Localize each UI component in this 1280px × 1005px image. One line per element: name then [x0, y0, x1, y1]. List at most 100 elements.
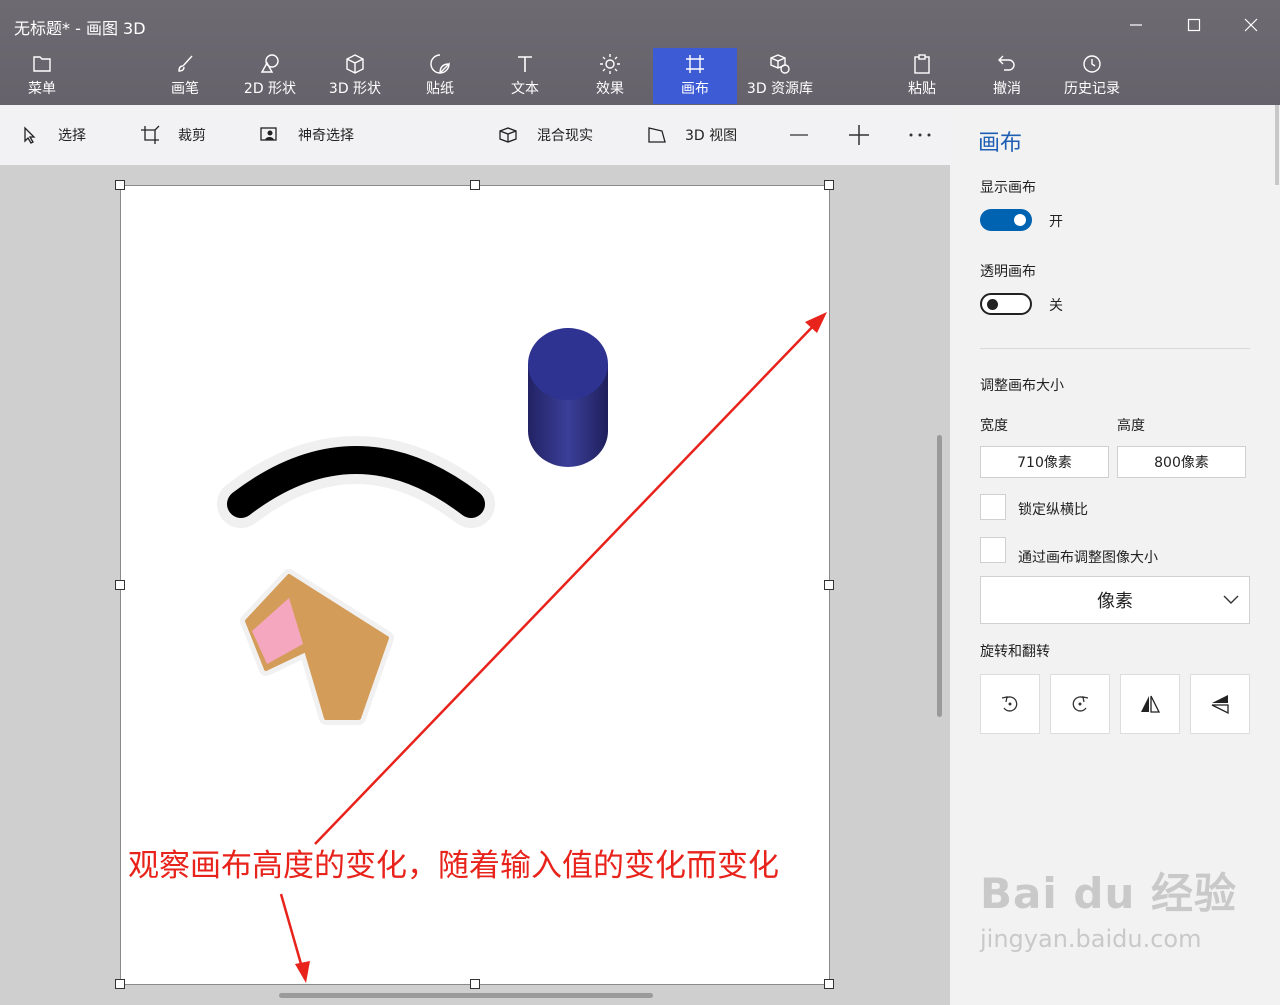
crop-icon — [141, 125, 160, 144]
magic-select-label: 神奇选择 — [298, 128, 354, 144]
width-label: 宽度 — [980, 418, 1008, 434]
maximize-button[interactable] — [1181, 12, 1207, 38]
unit-dropdown[interactable]: 像素 — [980, 576, 1250, 624]
watermark-logo: Bai du 经验 — [980, 869, 1237, 918]
vertical-scrollbar[interactable] — [937, 435, 942, 717]
tool-text[interactable]: 文本 — [483, 48, 567, 104]
paste-label: 粘贴 — [908, 81, 936, 97]
lock-aspect-label: 锁定纵横比 — [1018, 502, 1088, 518]
flip-vertical-icon — [1211, 695, 1229, 715]
tool-label: 贴纸 — [426, 81, 454, 97]
tool-label: 画笔 — [171, 81, 199, 97]
resize-handle-top[interactable] — [470, 180, 480, 190]
canvas-icon — [686, 55, 704, 73]
tool-label: 画布 — [681, 81, 709, 97]
watermark-url: jingyan.baidu.com — [980, 925, 1202, 953]
select-button[interactable]: 选择 — [20, 105, 86, 165]
mixed-reality-button[interactable]: 混合现实 — [497, 105, 593, 165]
clipboard-icon — [914, 54, 930, 74]
cylinder-3d[interactable] — [528, 328, 608, 467]
lock-aspect-checkbox[interactable] — [980, 494, 1006, 520]
undo-label: 撤消 — [993, 81, 1021, 97]
menu-button[interactable]: 菜单 — [0, 48, 84, 104]
mixed-reality-label: 混合现实 — [537, 128, 593, 144]
minimize-button[interactable] — [1123, 12, 1149, 38]
close-button[interactable] — [1238, 12, 1264, 38]
menu-label: 菜单 — [28, 81, 56, 97]
brush-icon — [178, 55, 193, 72]
chevron-down-icon — [1223, 595, 1239, 604]
black-arc-sticker[interactable] — [217, 436, 495, 528]
rotate-right-button[interactable] — [1050, 674, 1110, 734]
window-title: 无标题* - 画图 3D — [14, 19, 146, 38]
paste-button[interactable]: 粘贴 — [880, 48, 964, 104]
panel-scrollbar[interactable] — [1275, 105, 1279, 185]
show-canvas-state: 开 — [1049, 214, 1063, 230]
text-icon — [518, 56, 532, 72]
minus-icon — [790, 134, 808, 136]
cursor-icon — [24, 126, 36, 144]
ellipsis-icon — [909, 133, 931, 137]
folder-icon — [33, 56, 51, 72]
magic-select-icon — [260, 127, 277, 141]
tool-effects[interactable]: 效果 — [568, 48, 652, 104]
plus-icon — [849, 125, 869, 145]
crop-label: 裁剪 — [178, 128, 206, 144]
show-canvas-toggle[interactable] — [980, 209, 1032, 231]
tool-label: 效果 — [596, 81, 624, 97]
maximize-icon — [1187, 18, 1201, 32]
mixed-reality-icon — [499, 127, 517, 143]
resize-handle-bottom-right[interactable] — [824, 979, 834, 989]
flip-horizontal-icon — [1141, 695, 1161, 713]
more-options-button[interactable] — [908, 105, 950, 165]
height-field[interactable]: 800像素 — [1117, 446, 1246, 478]
history-label: 历史记录 — [1064, 81, 1120, 97]
rotate-title: 旋转和翻转 — [980, 644, 1050, 660]
rotate-right-icon — [1072, 696, 1089, 712]
tool-stickers[interactable]: 贴纸 — [398, 48, 482, 104]
annotation-text: 观察画布高度的变化，随着输入值的变化而变化 — [128, 848, 779, 884]
tool-brushes[interactable]: 画笔 — [143, 48, 227, 104]
resize-image-checkbox[interactable] — [980, 537, 1006, 563]
height-label: 高度 — [1117, 418, 1145, 434]
view-3d-label: 3D 视图 — [685, 128, 738, 144]
sub-toolbar: 选择 裁剪 神奇选择 混合现实 3D 视图 — [0, 105, 950, 165]
resize-handle-top-right[interactable] — [824, 180, 834, 190]
tool-canvas[interactable]: 画布 — [653, 48, 737, 104]
crop-button[interactable]: 裁剪 — [140, 105, 206, 165]
zoom-in-button[interactable] — [848, 105, 888, 165]
toggle-knob — [1014, 214, 1026, 226]
select-label: 选择 — [58, 128, 86, 144]
history-icon — [1083, 55, 1101, 73]
resize-handle-bottom[interactable] — [470, 979, 480, 989]
library-icon — [770, 54, 790, 74]
flip-horizontal-button[interactable] — [1120, 674, 1180, 734]
tan-shape-sticker[interactable] — [240, 569, 394, 725]
horizontal-scrollbar[interactable] — [279, 993, 653, 998]
tool-label: 3D 资源库 — [746, 81, 814, 97]
unit-value: 像素 — [1097, 591, 1133, 612]
divider — [980, 348, 1250, 349]
width-field[interactable]: 710像素 — [980, 446, 1109, 478]
tool-label: 2D 形状 — [243, 81, 297, 97]
undo-button[interactable]: 撤消 — [965, 48, 1049, 104]
transparent-canvas-label: 透明画布 — [980, 264, 1036, 280]
flip-vertical-button[interactable] — [1190, 674, 1250, 734]
rotate-left-button[interactable] — [980, 674, 1040, 734]
history-button[interactable]: 历史记录 — [1050, 48, 1134, 104]
transparent-canvas-toggle[interactable] — [980, 293, 1032, 315]
close-icon — [1244, 18, 1258, 32]
zoom-out-button[interactable] — [788, 105, 828, 165]
magic-select-button[interactable]: 神奇选择 — [260, 105, 354, 165]
sun-icon — [600, 54, 620, 74]
resize-handle-top-left[interactable] — [115, 180, 125, 190]
tool-2d-shapes[interactable]: 2D 形状 — [228, 48, 312, 104]
resize-title: 调整画布大小 — [980, 378, 1064, 394]
resize-handle-left[interactable] — [115, 580, 125, 590]
sticker-icon — [430, 54, 450, 74]
view-3d-button[interactable]: 3D 视图 — [647, 105, 737, 165]
tool-3d-library[interactable]: 3D 资源库 — [738, 48, 822, 104]
resize-handle-right[interactable] — [824, 580, 834, 590]
tool-3d-shapes[interactable]: 3D 形状 — [313, 48, 397, 104]
resize-handle-bottom-left[interactable] — [115, 979, 125, 989]
